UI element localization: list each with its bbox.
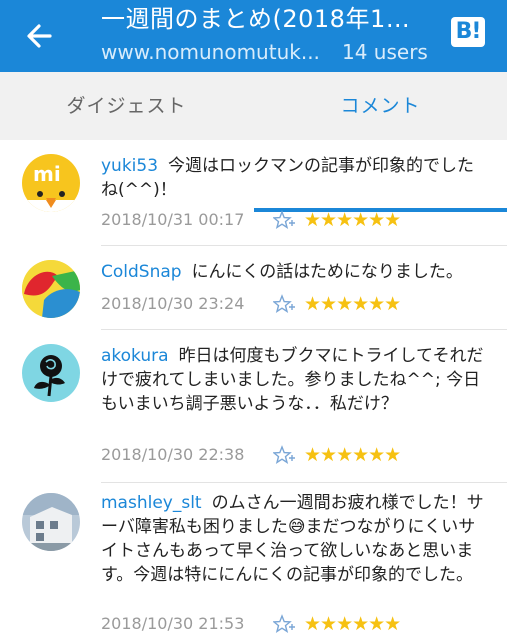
add-star-icon[interactable] bbox=[272, 614, 295, 634]
tab-digest[interactable]: ダイジェスト bbox=[0, 72, 253, 140]
star-rating: ★★★★★★ bbox=[304, 444, 401, 466]
back-arrow-icon[interactable] bbox=[18, 14, 62, 58]
avatar[interactable] bbox=[22, 493, 80, 551]
app-bar: 一週間のまとめ(2018年10... www.nomunomutuk... 14… bbox=[0, 0, 507, 72]
comment-meta: 2018/10/31 00:17 ★★★★★★ bbox=[101, 207, 481, 233]
comment-meta: 2018/10/30 23:24 ★★★★★★ bbox=[101, 291, 481, 317]
comment-meta: 2018/10/30 22:38 ★★★★★★ bbox=[101, 442, 481, 468]
add-star-icon[interactable] bbox=[272, 210, 295, 230]
hatena-bookmark-icon[interactable]: B! bbox=[451, 17, 485, 47]
comment-username[interactable]: akokura bbox=[101, 346, 169, 366]
divider bbox=[101, 482, 507, 483]
svg-text:mi: mi bbox=[33, 162, 61, 186]
comment-username[interactable]: yuki53 bbox=[101, 156, 158, 176]
divider bbox=[101, 245, 507, 246]
comment-date: 2018/10/30 22:38 bbox=[101, 445, 245, 464]
comment-list: mi yuki53 今週はロックマンの記事が印象的でしたね(^^)！ 2018/1… bbox=[0, 140, 507, 640]
add-star-icon[interactable] bbox=[272, 445, 295, 465]
avatar[interactable] bbox=[22, 344, 80, 402]
users-count: 14 users bbox=[342, 40, 428, 64]
star-rating: ★★★★★★ bbox=[304, 209, 401, 231]
avatar[interactable]: mi bbox=[22, 154, 80, 212]
comment-date: 2018/10/30 21:53 bbox=[101, 614, 245, 633]
comment-date: 2018/10/31 00:17 bbox=[101, 210, 245, 229]
page-title: 一週間のまとめ(2018年10... bbox=[101, 5, 423, 33]
add-star-icon[interactable] bbox=[272, 294, 295, 314]
divider bbox=[101, 329, 507, 330]
tab-bar: ダイジェスト コメント bbox=[0, 72, 507, 212]
comment-username[interactable]: mashley_slt bbox=[101, 493, 202, 513]
page-url: www.nomunomutuk... bbox=[101, 40, 320, 64]
avatar[interactable] bbox=[22, 260, 80, 318]
comment-body: ColdSnap にんにくの話はためになりました。 bbox=[101, 260, 491, 284]
comment-text: にんにくの話はためになりました。 bbox=[191, 262, 463, 282]
star-rating: ★★★★★★ bbox=[304, 613, 401, 635]
comment-meta: 2018/10/30 21:53 ★★★★★★ bbox=[101, 611, 481, 637]
comment-body: akokura 昨日は何度もブクマにトライしてそれだけで疲れてしまいました。参りま… bbox=[101, 344, 491, 416]
comment-date: 2018/10/30 23:24 bbox=[101, 294, 245, 313]
tab-comment[interactable]: コメント bbox=[254, 72, 507, 140]
comment-body: mashley_slt のムさん一週間お疲れ様でした！サーバ障害私も困りました😅ま… bbox=[101, 491, 491, 587]
comment-body: yuki53 今週はロックマンの記事が印象的でしたね(^^)！ bbox=[101, 154, 491, 202]
comment-username[interactable]: ColdSnap bbox=[101, 262, 182, 282]
star-rating: ★★★★★★ bbox=[304, 293, 401, 315]
